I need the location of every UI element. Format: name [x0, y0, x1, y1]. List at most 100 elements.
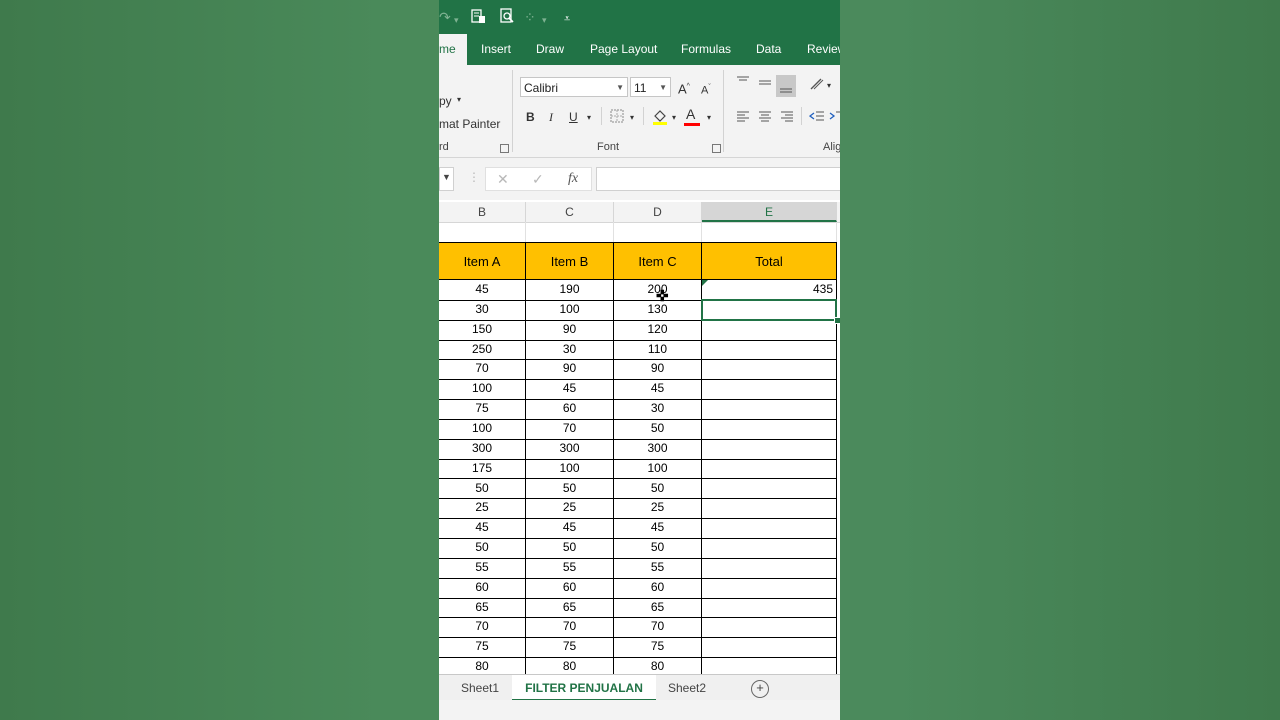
header-cell-e[interactable]: Total [702, 242, 837, 280]
fill-handle[interactable] [834, 316, 840, 324]
cell-c-12[interactable]: 25 [526, 498, 614, 520]
fill-color-icon[interactable] [652, 108, 668, 130]
tab-home[interactable]: me [439, 34, 467, 65]
print-preview-icon[interactable] [499, 8, 515, 28]
font-color-dropdown-icon[interactable]: ▾ [707, 110, 711, 126]
cell-d-6[interactable]: 45 [614, 379, 702, 401]
cell-c-8[interactable]: 70 [526, 418, 614, 440]
cell-c-7[interactable]: 60 [526, 399, 614, 420]
cell-d-11[interactable]: 50 [614, 478, 702, 500]
cell-c-10[interactable]: 100 [526, 458, 614, 480]
cell-d-17[interactable]: 65 [614, 597, 702, 619]
font-name-combo[interactable]: Calibri ▼ [520, 77, 628, 97]
cell-d-18[interactable]: 70 [614, 617, 702, 639]
underline-dropdown-icon[interactable]: ▾ [587, 110, 591, 126]
column-header-c[interactable]: C [526, 202, 614, 222]
cell-d-9[interactable]: 300 [614, 438, 702, 460]
cell-d-15[interactable]: 55 [614, 557, 702, 579]
align-center-icon[interactable] [758, 110, 772, 126]
redo-dropdown-icon[interactable]: ▾ [454, 11, 459, 29]
cell-b-18[interactable]: 70 [439, 617, 526, 639]
borders-dropdown-icon[interactable]: ▾ [630, 110, 634, 126]
underline-button[interactable]: U [569, 109, 578, 125]
cell-e-7[interactable] [702, 399, 837, 420]
cancel-icon[interactable]: ✕ [497, 171, 509, 188]
cell-e-20[interactable] [702, 657, 837, 674]
cell-d-14[interactable]: 50 [614, 538, 702, 559]
header-cell-c[interactable]: Item B [526, 242, 614, 280]
align-right-icon[interactable] [780, 110, 794, 126]
cell-c-17[interactable]: 65 [526, 597, 614, 619]
cell-d-12[interactable]: 25 [614, 498, 702, 520]
cell-e-6[interactable] [702, 379, 837, 401]
cell-c-19[interactable]: 75 [526, 637, 614, 659]
cell-b-7[interactable]: 75 [439, 399, 526, 420]
tab-data[interactable]: Data [756, 34, 781, 65]
clipboard-launcher-icon[interactable] [500, 144, 509, 153]
align-bottom-icon[interactable] [776, 75, 796, 97]
cell-b-3[interactable]: 150 [439, 319, 526, 341]
orientation-dropdown-icon[interactable]: ▾ [827, 78, 831, 94]
cell-b-16[interactable]: 60 [439, 577, 526, 599]
cell-c-4[interactable]: 30 [526, 339, 614, 361]
cell-c-16[interactable]: 60 [526, 577, 614, 599]
cell-c-3[interactable]: 90 [526, 319, 614, 341]
cell-b-5[interactable]: 70 [439, 359, 526, 381]
cell-c-1[interactable]: 190 [526, 280, 614, 301]
cell-e-4[interactable] [702, 339, 837, 361]
cell-d-4[interactable]: 110 [614, 339, 702, 361]
decrease-indent-icon[interactable] [808, 110, 825, 126]
cell-e-5[interactable] [702, 359, 837, 381]
cell-c-20[interactable]: 80 [526, 657, 614, 674]
cell-e-18[interactable] [702, 617, 837, 639]
cell-e-3[interactable] [702, 319, 837, 341]
cell-b-12[interactable]: 25 [439, 498, 526, 520]
form-icon[interactable] [470, 8, 486, 28]
cell-e-9[interactable] [702, 438, 837, 460]
fill-color-dropdown-icon[interactable]: ▾ [672, 110, 676, 126]
cell-e-13[interactable] [702, 518, 837, 540]
cell-b-14[interactable]: 50 [439, 538, 526, 559]
italic-button[interactable]: I [549, 109, 553, 125]
cell-c-18[interactable]: 70 [526, 617, 614, 639]
increase-font-icon[interactable]: A^ [678, 79, 690, 97]
header-cell-b[interactable]: Item A [439, 242, 526, 280]
enter-icon[interactable]: ✓ [532, 171, 544, 188]
cell-c-15[interactable]: 55 [526, 557, 614, 579]
formula-input[interactable] [596, 167, 840, 191]
orientation-icon[interactable] [809, 77, 825, 95]
cell-c-14[interactable]: 50 [526, 538, 614, 559]
align-middle-icon[interactable] [758, 75, 772, 93]
formula-indicator-icon[interactable] [702, 280, 708, 286]
column-header-b[interactable]: B [439, 202, 526, 222]
tab-formulas[interactable]: Formulas [681, 34, 731, 65]
copy-dropdown-icon[interactable]: ▾ [457, 95, 461, 104]
cell-e-10[interactable] [702, 458, 837, 480]
cell-b-2[interactable]: 30 [439, 299, 526, 321]
touch-dropdown-icon[interactable]: ▾ [542, 11, 547, 29]
cell-c-9[interactable]: 300 [526, 438, 614, 460]
worksheet-grid[interactable]: Item A Item B Item C Total 45 190 200 435 30 100 1… [439, 222, 840, 674]
header-cell-d[interactable]: Item C [614, 242, 702, 280]
cell-e-17[interactable] [702, 597, 837, 619]
cell-d-10[interactable]: 100 [614, 458, 702, 480]
cell-b-20[interactable]: 80 [439, 657, 526, 674]
font-launcher-icon[interactable] [712, 144, 721, 153]
cell-b-1[interactable]: 45 [439, 280, 526, 301]
name-box[interactable]: ▼ [439, 167, 454, 191]
add-sheet-button[interactable]: + [751, 680, 769, 698]
cell-c-11[interactable]: 50 [526, 478, 614, 500]
cell-b-10[interactable]: 175 [439, 458, 526, 480]
cell-e-19[interactable] [702, 637, 837, 659]
cell-b-13[interactable]: 45 [439, 518, 526, 540]
cell-d-3[interactable]: 120 [614, 319, 702, 341]
align-left-icon[interactable] [736, 110, 750, 126]
cell-d-20[interactable]: 80 [614, 657, 702, 674]
cell-d-13[interactable]: 45 [614, 518, 702, 540]
borders-icon[interactable] [610, 109, 624, 127]
formula-bar-resize-icon[interactable]: ⋮ [468, 170, 480, 184]
bold-button[interactable]: B [526, 109, 535, 125]
cell-b-6[interactable]: 100 [439, 379, 526, 401]
cell-b-9[interactable]: 300 [439, 438, 526, 460]
tab-draw[interactable]: Draw [536, 34, 564, 65]
